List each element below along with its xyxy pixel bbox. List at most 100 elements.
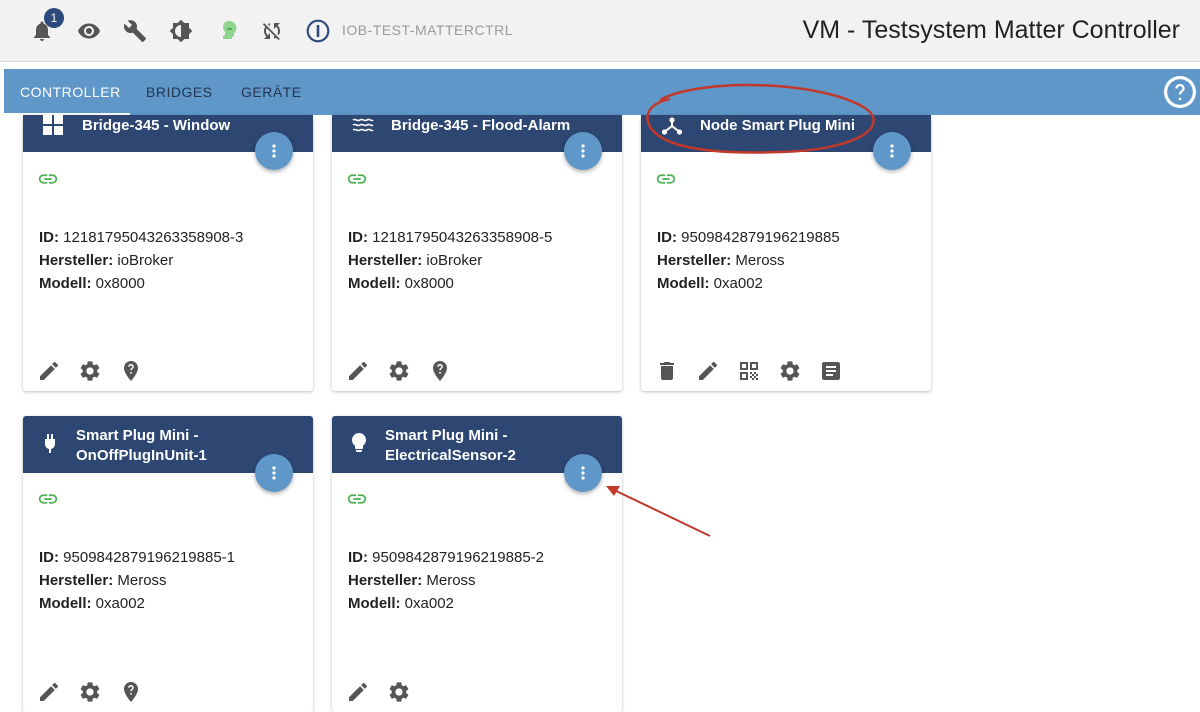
link-icon xyxy=(347,494,367,504)
id-label: ID: xyxy=(657,229,677,246)
settings-icon[interactable] xyxy=(78,359,102,383)
model-label: Modell: xyxy=(39,595,92,612)
edit-icon[interactable] xyxy=(37,680,61,704)
more-vert-icon xyxy=(890,144,894,158)
card-title: Smart Plug Mini - OnOffPlugInUnit-1 xyxy=(76,427,207,464)
device-card: Smart Plug Mini - ElectricalSensor-2 ID:… xyxy=(332,416,622,712)
device-id: 9509842879196219885-1 xyxy=(63,549,236,566)
iobroker-logo xyxy=(304,17,332,45)
card-menu-button[interactable] xyxy=(255,132,293,170)
help-button[interactable] xyxy=(1164,76,1196,108)
manufacturer-label: Hersteller: xyxy=(348,252,423,269)
device-info: ID: 9509842879196219885 Hersteller: Mero… xyxy=(657,226,840,295)
card-title: Node Smart Plug Mini xyxy=(700,117,856,134)
device-info: ID: 9509842879196219885-2 Hersteller: Me… xyxy=(348,546,544,615)
tab-controller[interactable]: CONTROLLER xyxy=(20,84,121,100)
page-title: VM - Testsystem Matter Controller xyxy=(802,16,1180,44)
edit-icon[interactable] xyxy=(696,359,720,383)
edit-icon[interactable] xyxy=(346,359,370,383)
edit-icon[interactable] xyxy=(346,680,370,704)
card-menu-button[interactable] xyxy=(564,132,602,170)
card-actions xyxy=(655,359,843,383)
node-hub-icon xyxy=(661,117,683,135)
help-icon xyxy=(1167,79,1193,105)
device-info: ID: 12181795043263358908-3 Hersteller: i… xyxy=(39,226,243,295)
card-title: Bridge-345 - Window xyxy=(82,117,231,134)
card-actions xyxy=(37,680,143,704)
device-model: 0xa002 xyxy=(404,595,454,612)
plug-icon xyxy=(45,434,55,453)
identify-icon[interactable] xyxy=(119,359,143,383)
device-model: 0x8000 xyxy=(404,275,454,292)
id-label: ID: xyxy=(348,229,368,246)
bulb-icon xyxy=(352,433,366,452)
manufacturer-label: Hersteller: xyxy=(39,572,114,589)
link-icon xyxy=(38,174,58,184)
settings-icon[interactable] xyxy=(78,680,102,704)
card-title: Bridge-345 - Flood-Alarm xyxy=(391,117,571,134)
link-icon xyxy=(347,174,367,184)
id-label: ID: xyxy=(39,229,59,246)
id-label: ID: xyxy=(39,549,59,566)
model-label: Modell: xyxy=(348,595,401,612)
device-manufacturer: Meross xyxy=(426,572,476,589)
device-model: 0xa002 xyxy=(95,595,145,612)
user-status-icon[interactable] xyxy=(216,18,242,44)
card-menu-button[interactable] xyxy=(873,132,911,170)
identify-icon[interactable] xyxy=(119,680,143,704)
eye-icon[interactable] xyxy=(76,18,102,44)
device-manufacturer: Meross xyxy=(117,572,167,589)
device-id: 9509842879196219885-2 xyxy=(372,549,545,566)
device-id: 12181795043263358908-5 xyxy=(372,229,553,246)
wrench-icon[interactable] xyxy=(122,18,148,44)
more-vert-icon xyxy=(272,466,276,480)
more-vert-icon xyxy=(581,466,585,480)
device-card: Smart Plug Mini - OnOffPlugInUnit-1 ID: … xyxy=(23,416,313,712)
device-id: 9509842879196219885 xyxy=(681,229,840,246)
edit-icon[interactable] xyxy=(37,359,61,383)
card-actions xyxy=(37,359,143,383)
model-label: Modell: xyxy=(657,275,710,292)
more-vert-icon xyxy=(272,144,276,158)
more-vert-icon xyxy=(581,144,585,158)
device-info: ID: 12181795043263358908-5 Hersteller: i… xyxy=(348,226,552,295)
window-icon xyxy=(43,115,63,135)
model-label: Modell: xyxy=(348,275,401,292)
id-label: ID: xyxy=(348,549,368,566)
top-toolbar: 1 IOB-TEST-MATTERCTRL VM - Testsystem Ma… xyxy=(0,0,1200,62)
model-label: Modell: xyxy=(39,275,92,292)
device-model: 0xa002 xyxy=(713,275,763,292)
card-menu-button[interactable] xyxy=(564,454,602,492)
settings-icon[interactable] xyxy=(387,680,411,704)
device-manufacturer: ioBroker xyxy=(426,252,483,269)
delete-icon[interactable] xyxy=(655,359,679,383)
sync-off-icon[interactable] xyxy=(259,18,285,44)
device-card: Node Smart Plug Mini ID: 950984287919621… xyxy=(641,115,931,391)
tab-devices[interactable]: GERÄTE xyxy=(241,84,302,100)
device-card: Bridge-345 - Flood-Alarm ID: 12181795043… xyxy=(332,115,622,391)
device-model: 0x8000 xyxy=(95,275,145,292)
tab-bridges[interactable]: BRIDGES xyxy=(146,84,213,100)
card-actions xyxy=(346,359,452,383)
manufacturer-label: Hersteller: xyxy=(657,252,732,269)
manufacturer-label: Hersteller: xyxy=(348,572,423,589)
card-actions xyxy=(346,680,411,704)
card-title: Smart Plug Mini - ElectricalSensor-2 xyxy=(385,427,516,464)
device-info: ID: 9509842879196219885-1 Hersteller: Me… xyxy=(39,546,235,615)
link-icon xyxy=(656,174,676,184)
tab-bar: CONTROLLER BRIDGES GERÄTE xyxy=(4,69,1200,115)
brightness-icon[interactable] xyxy=(168,18,194,44)
device-manufacturer: ioBroker xyxy=(117,252,174,269)
identify-icon[interactable] xyxy=(428,359,452,383)
device-card: Bridge-345 - Window ID: 1218179504326335… xyxy=(23,115,313,391)
manufacturer-label: Hersteller: xyxy=(39,252,114,269)
link-icon xyxy=(38,494,58,504)
qr-code-icon[interactable] xyxy=(737,359,761,383)
settings-icon[interactable] xyxy=(778,359,802,383)
log-icon[interactable] xyxy=(819,359,843,383)
annotation-arrow-line xyxy=(609,487,711,537)
waves-icon xyxy=(352,118,374,132)
notification-badge: 1 xyxy=(44,8,64,28)
card-menu-button[interactable] xyxy=(255,454,293,492)
settings-icon[interactable] xyxy=(387,359,411,383)
